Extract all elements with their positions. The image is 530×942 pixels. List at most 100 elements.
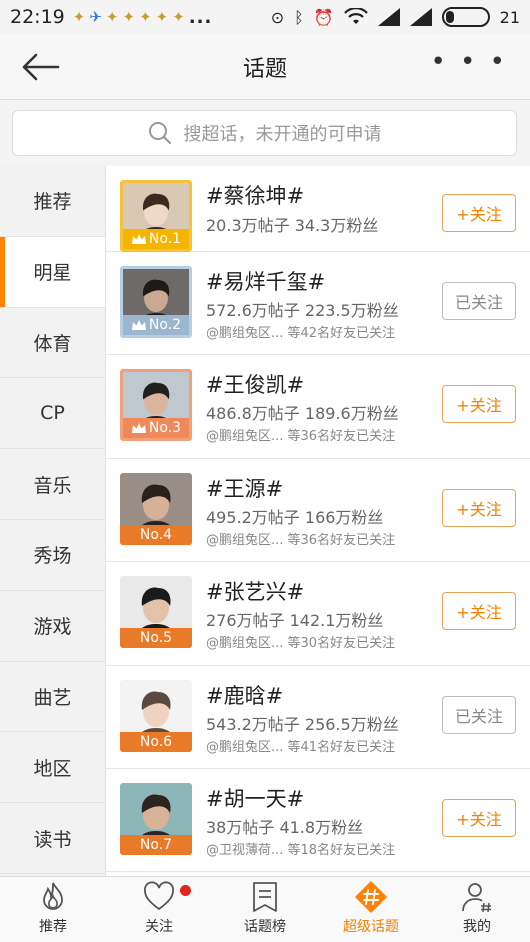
bluetooth-icon: ᛒ xyxy=(294,7,304,27)
tab-label: 超级话题 xyxy=(343,919,399,935)
nav-header: 话题 • • • xyxy=(0,34,530,100)
rank-label: No.2 xyxy=(148,317,182,333)
status-time: 22:19 xyxy=(10,6,65,28)
tab-recommend[interactable]: 推荐 xyxy=(0,877,106,942)
rank-label: No.1 xyxy=(148,231,182,247)
topic-list: No.1 #蔡徐坤# 20.3万帖子 34.3万粉丝 +关注 No.2 #易烊千玺# 572… xyxy=(106,166,530,876)
topic-avatar: No.2 xyxy=(120,266,192,338)
following-button[interactable]: 已关注 xyxy=(442,695,516,734)
friends-followed-text: @鹏组兔区... 等30名好友已关注 xyxy=(206,636,396,652)
sidebar-item[interactable]: CP xyxy=(0,378,105,450)
search-placeholder: 搜超话，未开通的可申请 xyxy=(183,124,382,145)
friends-followed-text: @卫视薄荷... 等18名好友已关注 xyxy=(206,842,396,858)
topic-row[interactable]: No.4 #王源# 495.2万帖子 166万粉丝 @鹏组兔区... 等36名好友已关… xyxy=(106,459,530,563)
topic-stats: 20.3万帖子 34.3万粉丝 xyxy=(206,216,379,235)
sidebar-item-label: 秀场 xyxy=(33,545,72,568)
wifi-icon xyxy=(343,8,368,24)
topic-row[interactable]: No.2 #易烊千玺# 572.6万帖子 223.5万粉丝 @鹏组兔区... 等42名… xyxy=(106,252,530,356)
sidebar-item[interactable]: 音乐 xyxy=(0,449,105,520)
notification-icon: ✦ xyxy=(105,8,119,26)
rank-badge: No.5 xyxy=(120,628,192,649)
notification-icon: ✦ xyxy=(155,8,169,26)
rank-badge: No.7 xyxy=(120,834,192,855)
sidebar-item-label: 体育 xyxy=(33,332,72,355)
list-badge-icon xyxy=(253,882,277,912)
follow-button[interactable]: +关注 xyxy=(442,798,516,837)
alarm-icon: ⏰ xyxy=(313,7,334,27)
unread-badge xyxy=(180,885,191,896)
follow-button[interactable]: +关注 xyxy=(442,385,516,424)
tab-mine[interactable]: 我的 xyxy=(424,877,530,942)
rank-badge: No.4 xyxy=(120,524,192,545)
sidebar-item-label: 游戏 xyxy=(33,616,72,639)
tab-super-topic[interactable]: 超级话题 xyxy=(318,877,424,942)
person-hashtag-icon xyxy=(462,883,491,913)
sidebar-item[interactable]: 体育 xyxy=(0,308,105,379)
rank-label: No.4 xyxy=(139,526,173,543)
sidebar-item[interactable]: 游戏 xyxy=(0,591,105,662)
sidebar-item-label: 推荐 xyxy=(33,191,72,214)
tab-label: 推荐 xyxy=(39,919,67,935)
sidebar-item[interactable]: 地区 xyxy=(0,732,105,804)
back-arrow-icon[interactable] xyxy=(20,52,60,82)
sidebar-item[interactable]: 推荐 xyxy=(0,166,105,237)
topic-avatar: No.3 xyxy=(120,369,192,442)
sidebar-item-label: 明星 xyxy=(33,262,72,285)
signal-icon xyxy=(409,8,432,26)
topic-stats: 543.2万帖子 256.5万粉丝 xyxy=(206,714,399,734)
rank-badge: No.3 xyxy=(123,418,189,439)
following-button[interactable]: 已关注 xyxy=(442,282,516,320)
sidebar-item-label: 音乐 xyxy=(33,474,72,497)
topic-row[interactable]: No.3 #王俊凯# 486.8万帖子 189.6万粉丝 @鹏组兔区... 等36名好… xyxy=(106,355,530,459)
topic-row[interactable]: No.1 #蔡徐坤# 20.3万帖子 34.3万粉丝 +关注 xyxy=(106,166,530,252)
tab-label: 我的 xyxy=(463,919,491,935)
tab-following[interactable]: 关注 xyxy=(106,877,212,942)
topic-stats: 276万帖子 142.1万粉丝 xyxy=(206,611,384,631)
notification-icon: ✦ xyxy=(172,8,185,26)
rank-label: No.3 xyxy=(148,420,182,437)
category-sidebar: 推荐明星体育 CP 音乐秀场游戏曲艺地区读书 xyxy=(0,166,106,876)
follow-button[interactable]: +关注 xyxy=(442,488,516,527)
topic-title[interactable]: #鹿晗# xyxy=(206,680,283,710)
topic-stats: 38万帖子 41.8万粉丝 xyxy=(206,817,364,837)
topic-title[interactable]: #胡一天# xyxy=(206,783,304,813)
battery-icon xyxy=(441,7,490,27)
crown-icon xyxy=(131,320,146,330)
notification-icon: ✦ xyxy=(122,8,136,26)
notification-icons: ✦ ✈ ✦ ✦ ✦ ✦ ✦ xyxy=(73,8,185,26)
sidebar-item-label: 地区 xyxy=(33,757,72,780)
search-input[interactable]: 搜超话，未开通的可申请 xyxy=(12,110,517,156)
topic-avatar: No.1 xyxy=(120,180,192,252)
topic-title[interactable]: #张艺兴# xyxy=(206,576,304,606)
sidebar-item-label: 曲艺 xyxy=(33,686,72,709)
search-bar-area: 搜超话，未开通的可申请 xyxy=(0,100,530,166)
tab-topic-chart[interactable]: 话题榜 xyxy=(212,877,318,942)
topic-row[interactable]: No.5 #张艺兴# 276万帖子 142.1万粉丝 @鹏组兔区... 等30名好友已… xyxy=(106,562,530,666)
follow-button[interactable]: +关注 xyxy=(442,194,516,232)
topic-title[interactable]: #王源# xyxy=(206,473,283,503)
follow-button[interactable]: +关注 xyxy=(442,592,516,631)
rank-label: No.5 xyxy=(139,630,173,647)
topic-row[interactable]: No.6 #鹿晗# 543.2万帖子 256.5万粉丝 @鹏组兔区... 等41名好友… xyxy=(106,666,530,769)
rank-badge: No.6 xyxy=(120,731,192,752)
friends-followed-text: @鹏组兔区... 等36名好友已关注 xyxy=(206,532,396,548)
topic-title[interactable]: #蔡徐坤# xyxy=(206,180,304,210)
topic-title[interactable]: #易烊千玺# xyxy=(206,266,325,296)
topic-row[interactable]: No.7 #胡一天# 38万帖子 41.8万粉丝 @卫视薄荷... 等18名好友已关注… xyxy=(106,769,530,873)
crown-icon xyxy=(131,234,146,244)
sidebar-item-label: CP xyxy=(40,402,65,425)
status-bar: 22:19 ✦ ✈ ✦ ✦ ✦ ✦ ✦ ... ⊙ ᛒ ⏰ 21 xyxy=(0,0,530,34)
notification-icon: ✦ xyxy=(72,8,86,26)
more-menu-icon[interactable]: • • • xyxy=(430,49,508,75)
sidebar-item[interactable]: 明星 xyxy=(0,236,105,308)
flame-icon xyxy=(43,882,63,910)
rank-badge: No.2 xyxy=(123,315,189,335)
sidebar-item[interactable]: 曲艺 xyxy=(0,662,105,733)
topic-stats: 486.8万帖子 189.6万粉丝 xyxy=(206,404,399,424)
signal-icon xyxy=(377,8,400,26)
topic-title[interactable]: #王俊凯# xyxy=(206,369,304,399)
heart-icon xyxy=(143,881,175,911)
sidebar-item[interactable]: 秀场 xyxy=(0,520,105,591)
topic-avatar: No.4 xyxy=(120,472,192,545)
sidebar-item[interactable]: 读书 xyxy=(0,803,105,874)
